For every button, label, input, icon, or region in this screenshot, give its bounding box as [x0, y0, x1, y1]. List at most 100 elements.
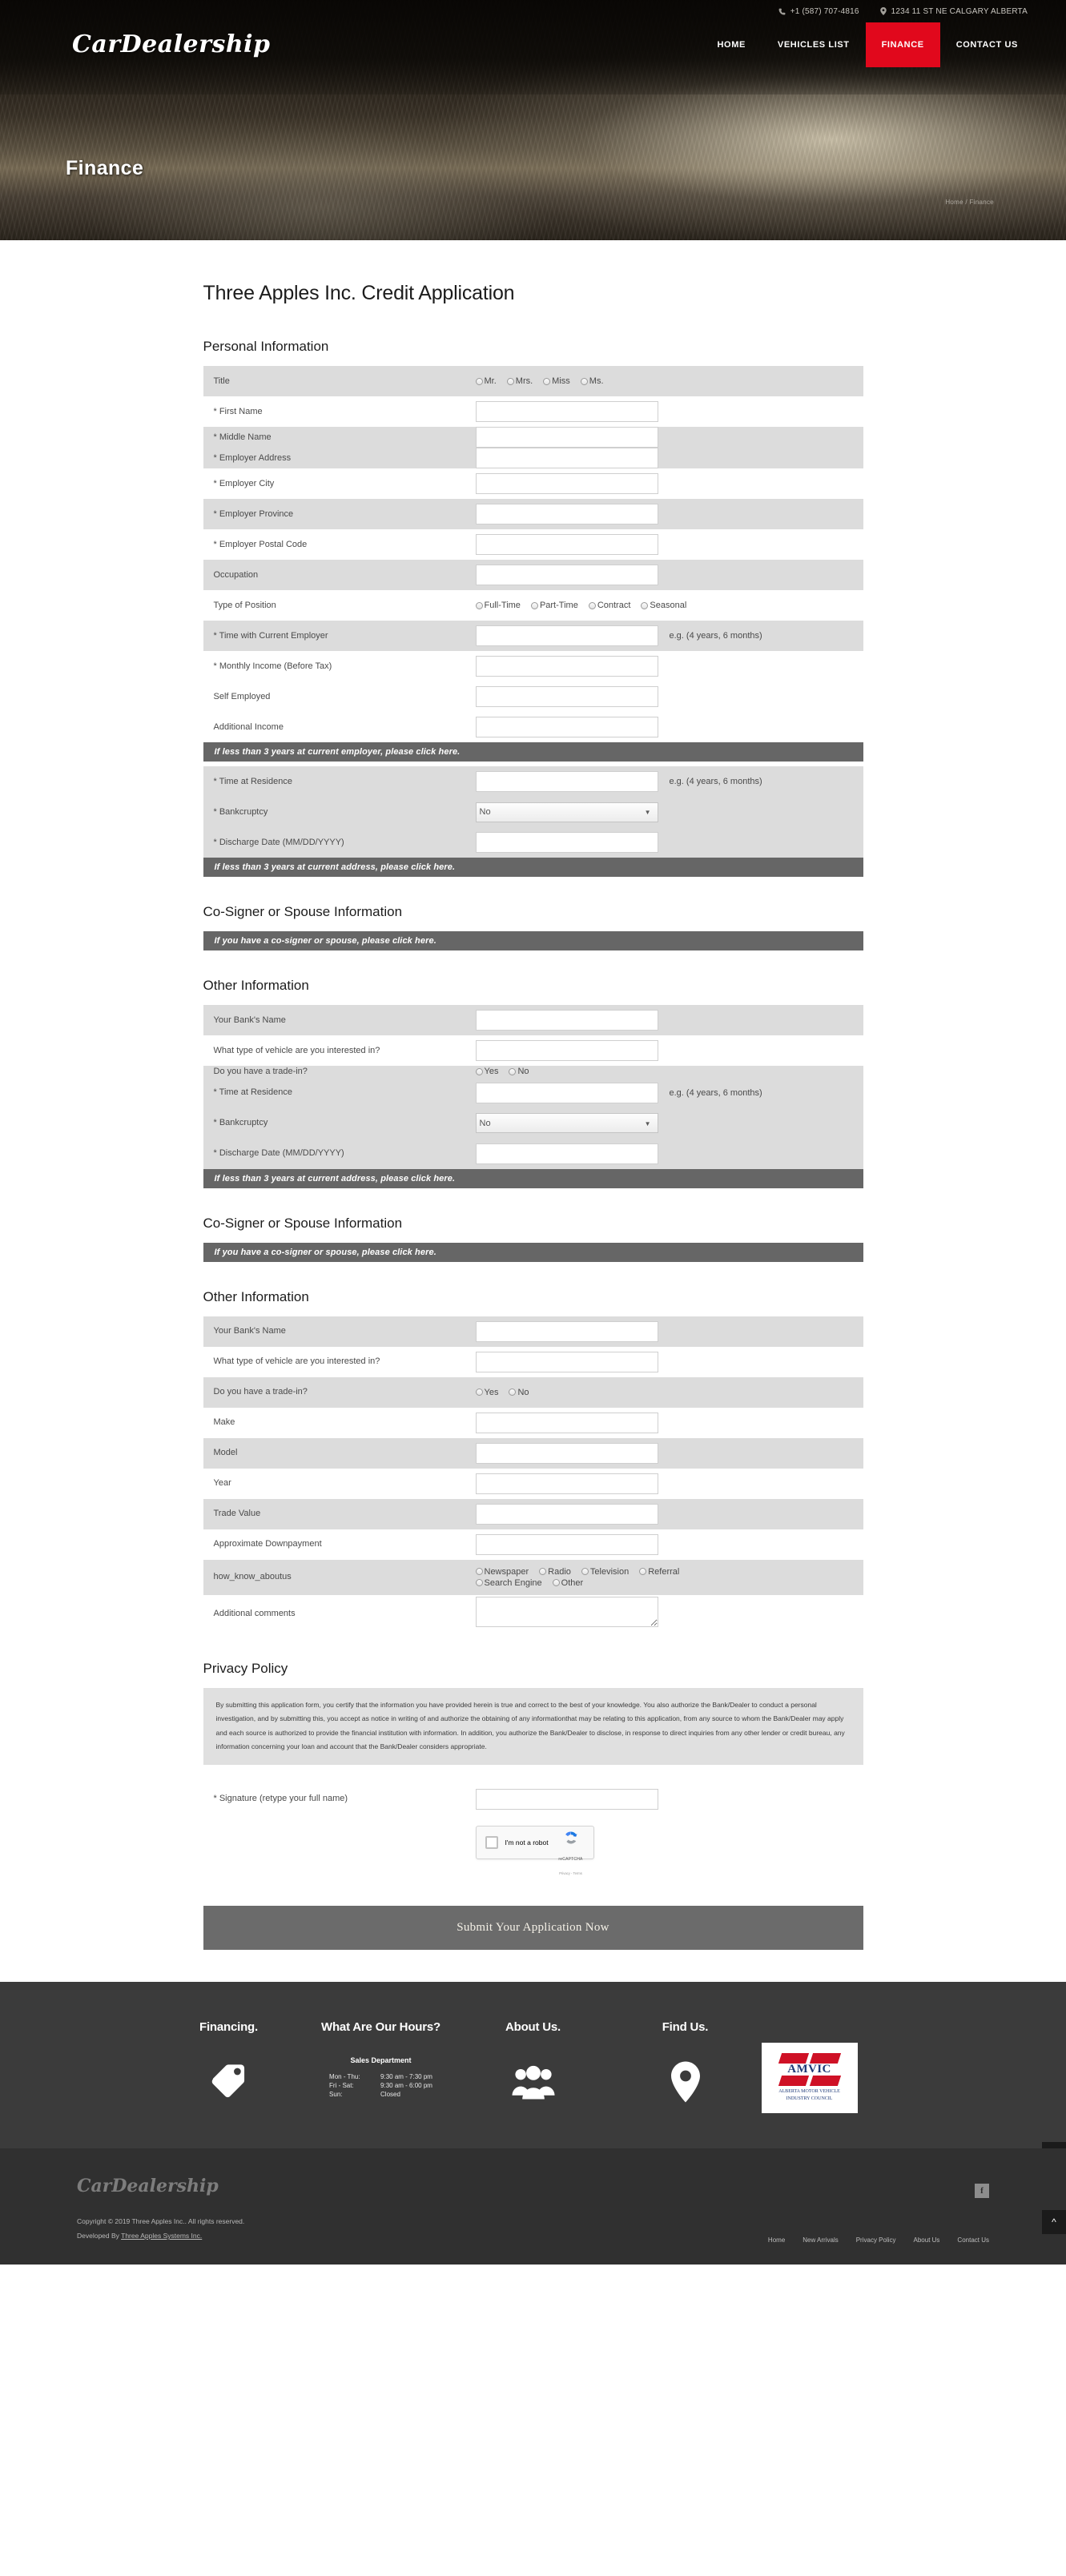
bank-name-input-2[interactable] [475, 1320, 658, 1342]
section-personal-information: Personal Information [203, 339, 329, 354]
vehicle-type-input-2[interactable] [475, 1351, 658, 1372]
model-input[interactable] [475, 1442, 658, 1464]
radio-title-mr[interactable]: Mr. [475, 376, 497, 386]
phone-info[interactable]: +1 (587) 707-4816 [778, 7, 859, 16]
radio-position-seasonal[interactable]: Seasonal [641, 601, 686, 610]
radio-how-know-search-engine[interactable]: Search Engine [475, 1578, 542, 1588]
downpayment-input[interactable] [475, 1533, 658, 1555]
recaptcha-checkbox[interactable] [485, 1835, 498, 1849]
label-downpayment: Approximate Downpayment [213, 1539, 322, 1549]
row-employer-address: * Employer Address [203, 448, 863, 468]
time-with-employer-input[interactable] [475, 625, 658, 646]
time-at-residence-input-2[interactable] [475, 1082, 658, 1103]
radio-label: Television [589, 1566, 630, 1577]
radio-how-know-radio[interactable]: Radio [539, 1567, 571, 1577]
radio-trade-in-yes[interactable]: Yes [475, 1388, 498, 1397]
footer-column-find-us: Find Us. [609, 2020, 762, 2113]
radio-how-know-referral[interactable]: Referral [639, 1567, 679, 1577]
footer-link-privacy-policy[interactable]: Privacy Policy [856, 2236, 896, 2244]
radio-title-mrs[interactable]: Mrs. [506, 376, 533, 386]
signature-input[interactable] [475, 1788, 658, 1810]
about-icon-wrap[interactable] [457, 2056, 609, 2108]
bank-name-input-1[interactable] [475, 1010, 658, 1031]
occupation-input[interactable] [475, 565, 658, 585]
nav-item-home[interactable]: HOME [702, 22, 762, 67]
radio-position-part-time[interactable]: Part-Time [530, 601, 578, 610]
amvic-subtitle-line1: ALBERTA MOTOR VEHICLE [778, 2089, 840, 2095]
additional-income-input[interactable] [475, 717, 658, 737]
radio-trade-in-no[interactable]: No [509, 1388, 529, 1397]
banner-address-less-than-3-years-2[interactable]: If less than 3 years at current address,… [203, 1168, 863, 1188]
self-employed-input[interactable] [475, 686, 658, 707]
nav-item-vehicles-list[interactable]: VEHICLES LIST [762, 22, 866, 67]
radio-circle-icon [475, 1568, 483, 1576]
monthly-income-input[interactable] [475, 656, 658, 677]
radio-how-know-newspaper[interactable]: Newspaper [475, 1567, 529, 1577]
radio-circle-icon [588, 601, 596, 609]
employer-city-input[interactable] [475, 473, 658, 494]
year-input[interactable] [475, 1473, 658, 1494]
radio-trade-in-no-partial[interactable]: No [509, 1067, 529, 1076]
label-bank-name: Your Bank's Name [213, 1015, 286, 1025]
employer-province-input[interactable] [475, 504, 658, 524]
row-signature: * Signature (retype your full name) [203, 1783, 863, 1814]
radio-title-ms[interactable]: Ms. [580, 376, 604, 386]
row-trade-in-partial: Do you have a trade-in? Yes No [203, 1066, 863, 1078]
banner-cosigner-1[interactable]: If you have a co-signer or spouse, pleas… [203, 931, 863, 950]
radio-how-know-television[interactable]: Television [581, 1567, 629, 1577]
banner-cosigner-2[interactable]: If you have a co-signer or spouse, pleas… [203, 1242, 863, 1262]
discharge-date-input-2[interactable] [475, 1143, 658, 1164]
developer-link[interactable]: Three Apples Systems Inc. [121, 2232, 202, 2240]
bankruptcy-select-2[interactable]: No [475, 1113, 658, 1134]
footer-column-financing: Financing. [153, 2020, 305, 2113]
radio-position-full-time[interactable]: Full-Time [475, 601, 521, 610]
footer-logo[interactable]: CarDealership [77, 2176, 1066, 2196]
trade-value-input[interactable] [475, 1503, 658, 1525]
radio-position-contract[interactable]: Contract [588, 601, 630, 610]
bankruptcy-select-1[interactable]: No [475, 802, 658, 822]
radio-title-miss[interactable]: Miss [543, 376, 570, 386]
nav-item-contact-us[interactable]: CONTACT US [940, 22, 1034, 67]
facebook-icon[interactable]: f [975, 2183, 989, 2198]
radio-circle-icon [509, 1388, 517, 1397]
employer-address-input[interactable] [475, 448, 658, 468]
time-at-residence-input-1[interactable] [475, 771, 658, 792]
radio-label: Mrs. [515, 376, 533, 386]
radio-trade-in-yes-partial[interactable]: Yes [475, 1067, 498, 1076]
recaptcha-legal-links[interactable]: Privacy - Terms [559, 1871, 582, 1875]
row-employer-city: * Employer City [203, 468, 863, 499]
address-info[interactable]: 1234 11 ST NE CALGARY ALBERTA [879, 7, 1028, 16]
site-logo[interactable]: CarDealership [72, 30, 271, 58]
footer-link-about-us[interactable]: About Us [914, 2236, 940, 2244]
label-vehicle-type: What type of vehicle are you interested … [213, 1045, 380, 1055]
submit-application-button[interactable]: Submit Your Application Now [203, 1905, 863, 1950]
banner-employer-less-than-3-years[interactable]: If less than 3 years at current employer… [203, 742, 863, 762]
nav-item-finance[interactable]: FINANCE [865, 22, 940, 67]
radio-circle-icon [475, 1067, 483, 1075]
make-input[interactable] [475, 1412, 658, 1433]
row-vehicle-type-1: What type of vehicle are you interested … [203, 1035, 863, 1066]
find-us-icon-wrap[interactable] [609, 2056, 762, 2108]
recaptcha-widget[interactable]: I'm not a robot reCAPTCHA Privacy - Term… [475, 1825, 594, 1875]
section-other-information-2: Other Information [203, 1288, 309, 1304]
additional-comments-textarea[interactable] [475, 1597, 658, 1628]
banner-address-less-than-3-years-1[interactable]: If less than 3 years at current address,… [203, 858, 863, 877]
footer-link-home[interactable]: Home [768, 2236, 785, 2244]
first-name-input[interactable] [475, 401, 658, 422]
label-bankruptcy: * Bankcruptcy [213, 806, 268, 817]
signature-rows: * Signature (retype your full name) [203, 1783, 863, 1814]
label-time-with-employer: * Time with Current Employer [213, 630, 328, 641]
financing-icon-wrap[interactable] [153, 2056, 305, 2108]
radio-how-know-other[interactable]: Other [552, 1578, 583, 1588]
radio-label: Referral [648, 1566, 680, 1577]
footer-link-new-arrivals[interactable]: New Arrivals [803, 2236, 838, 2244]
footer-main: Financing. What Are Our Hours? Sales Dep… [0, 1981, 1066, 2166]
scroll-to-top-button-lower[interactable]: ^ [1042, 2209, 1066, 2234]
middle-name-input[interactable] [475, 427, 658, 448]
breadcrumb[interactable]: Home / Finance [945, 199, 994, 206]
vehicle-type-input-1[interactable] [475, 1040, 658, 1061]
footer-link-contact-us[interactable]: Contact Us [957, 2236, 989, 2244]
employer-postal-code-input[interactable] [475, 534, 658, 555]
discharge-date-input-1[interactable] [475, 832, 658, 853]
label-trade-in: Do you have a trade-in? [213, 1387, 308, 1397]
